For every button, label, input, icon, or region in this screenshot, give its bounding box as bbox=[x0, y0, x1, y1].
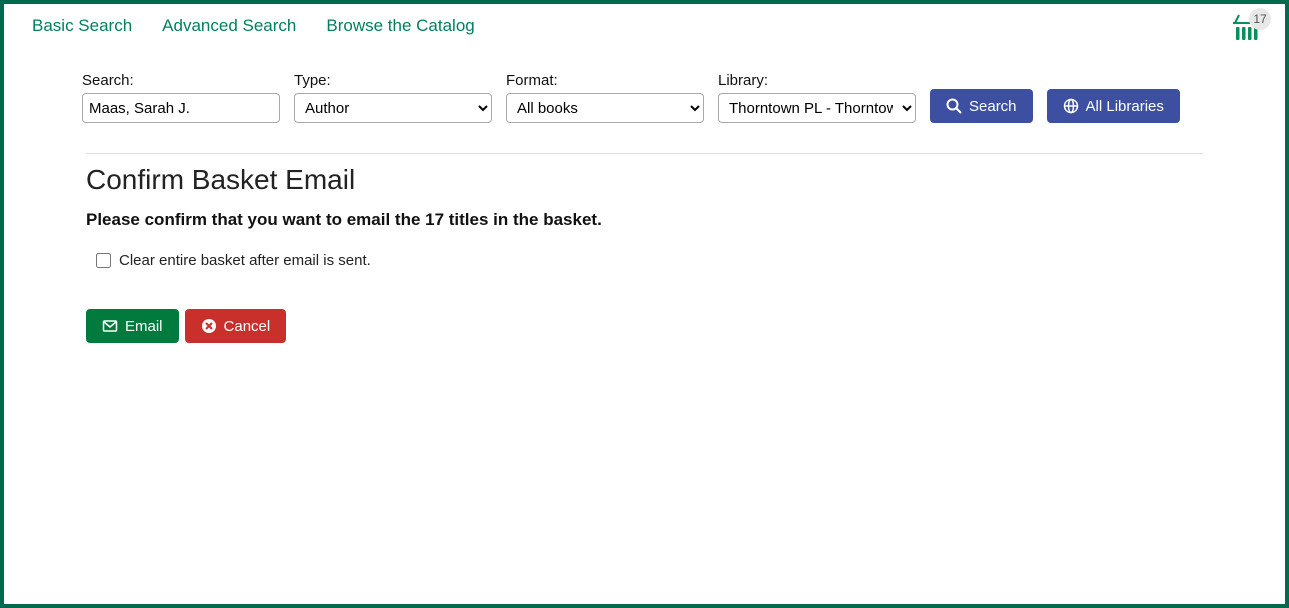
cancel-button-label: Cancel bbox=[224, 318, 271, 335]
all-libraries-button[interactable]: All Libraries bbox=[1047, 89, 1180, 123]
divider bbox=[86, 153, 1203, 154]
confirm-text: Please confirm that you want to email th… bbox=[86, 210, 1203, 230]
cancel-button[interactable]: Cancel bbox=[185, 309, 287, 343]
search-button-label: Search bbox=[969, 98, 1017, 115]
basket-count-badge: 17 bbox=[1249, 8, 1271, 30]
library-select[interactable]: Thorntown PL - Thorntown bbox=[718, 93, 916, 123]
format-select[interactable]: All books bbox=[506, 93, 704, 123]
library-label: Library: bbox=[718, 72, 916, 89]
type-label: Type: bbox=[294, 72, 492, 89]
type-select[interactable]: Author bbox=[294, 93, 492, 123]
email-button-label: Email bbox=[125, 318, 163, 335]
search-label: Search: bbox=[82, 72, 280, 89]
nav-advanced-search[interactable]: Advanced Search bbox=[162, 16, 296, 36]
clear-basket-label: Clear entire basket after email is sent. bbox=[119, 252, 371, 269]
search-input[interactable] bbox=[82, 93, 280, 123]
format-label: Format: bbox=[506, 72, 704, 89]
search-button[interactable]: Search bbox=[930, 89, 1033, 123]
clear-basket-checkbox[interactable] bbox=[96, 253, 111, 268]
nav-basic-search[interactable]: Basic Search bbox=[32, 16, 132, 36]
email-button[interactable]: Email bbox=[86, 309, 179, 343]
nav-browse-catalog[interactable]: Browse the Catalog bbox=[326, 16, 474, 36]
search-icon bbox=[946, 98, 962, 114]
all-libraries-button-label: All Libraries bbox=[1086, 98, 1164, 115]
page-title: Confirm Basket Email bbox=[86, 164, 1203, 196]
globe-icon bbox=[1063, 98, 1079, 114]
cancel-icon bbox=[201, 318, 217, 334]
email-icon bbox=[102, 318, 118, 334]
basket-button[interactable]: 17 bbox=[1231, 12, 1265, 47]
